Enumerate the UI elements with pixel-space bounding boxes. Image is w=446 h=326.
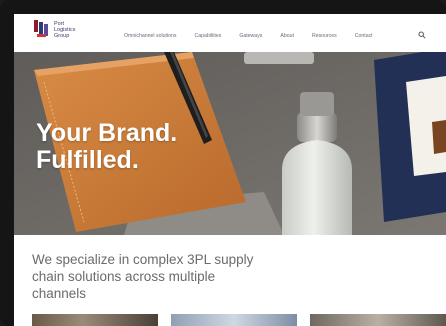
search-icon[interactable]: [418, 31, 426, 39]
intro-text: We specialize in complex 3PL supply chai…: [32, 251, 332, 302]
hero-banner: Your Brand. Fulfilled.: [14, 52, 446, 235]
intro-line-2: chain solutions across multiple: [32, 269, 216, 284]
logo-mark-icon: [34, 20, 50, 40]
browser-screen: Port Logistics Group Omnichannel solutio…: [14, 14, 446, 326]
hero-line-2: Fulfilled.: [36, 146, 139, 174]
intro-line-1: We specialize in complex 3PL supply: [32, 252, 254, 267]
thumbnail-1[interactable]: [32, 314, 158, 326]
site-logo[interactable]: Port Logistics Group: [34, 20, 84, 40]
thumbnail-2[interactable]: [171, 314, 297, 326]
intro-line-3: channels: [32, 286, 87, 301]
main-nav: Omnichannel solutions Capabilities Gatew…: [124, 33, 391, 39]
nav-gateways[interactable]: Gateways: [239, 33, 262, 39]
site-header: Port Logistics Group Omnichannel solutio…: [14, 14, 446, 52]
feature-thumbnails: [32, 314, 446, 326]
nav-about[interactable]: About: [280, 33, 294, 39]
logo-line-3: Group: [54, 33, 70, 39]
hero-line-1: Your Brand.: [36, 119, 178, 147]
nav-contact[interactable]: Contact: [355, 33, 373, 39]
logo-wordmark: Port Logistics Group: [54, 21, 84, 39]
nav-omnichannel-solutions[interactable]: Omnichannel solutions: [124, 33, 176, 39]
nav-capabilities[interactable]: Capabilities: [194, 33, 221, 39]
thumbnail-3[interactable]: [310, 314, 446, 326]
nav-resources[interactable]: Resources: [312, 33, 337, 39]
hero-headline: Your Brand. Fulfilled.: [36, 120, 177, 174]
